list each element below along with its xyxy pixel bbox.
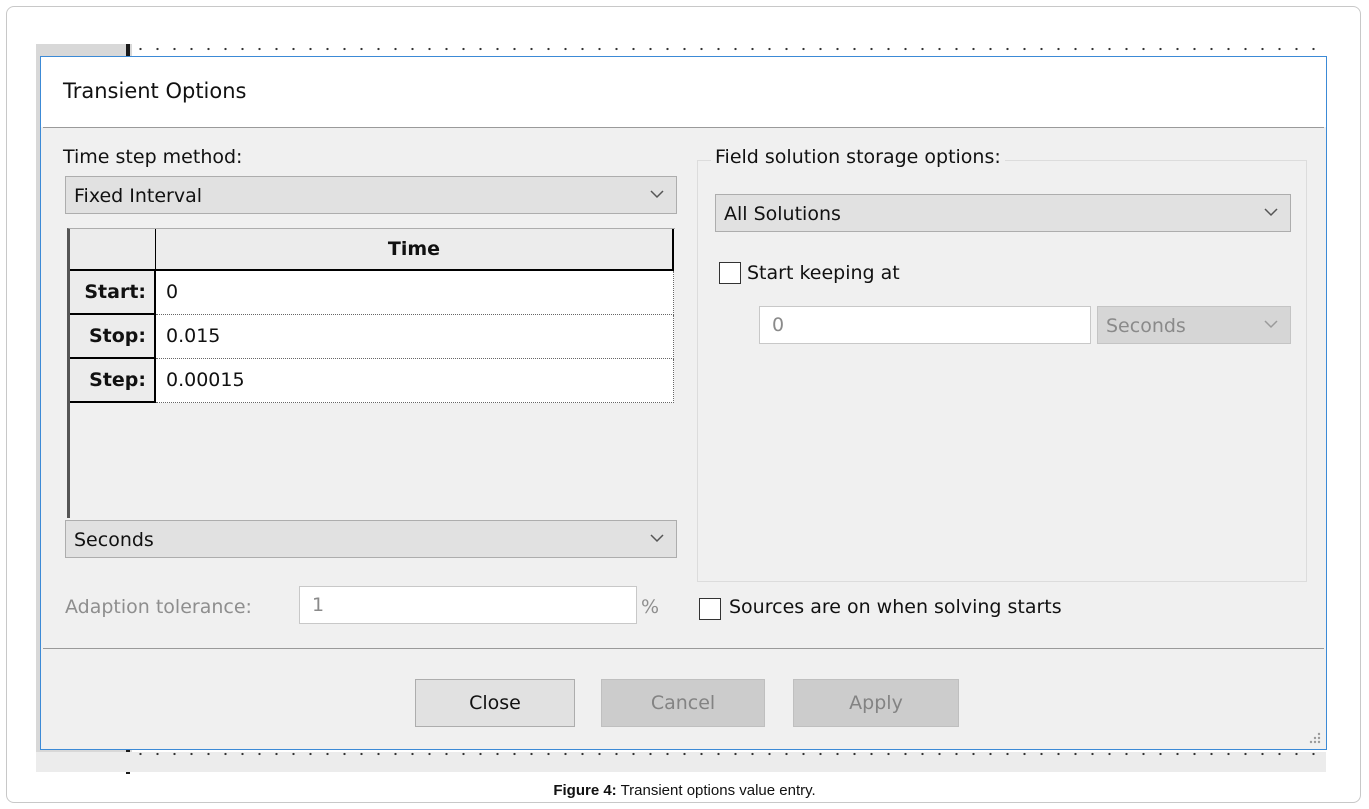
- time-column-header: Time: [156, 229, 674, 271]
- figure-caption: Figure 4: Transient options value entry.: [0, 782, 1369, 799]
- chevron-down-icon: [1264, 208, 1278, 217]
- adaption-tolerance-input[interactable]: 1: [299, 586, 637, 624]
- start-keeping-label: Start keeping at: [747, 262, 900, 284]
- sources-on-label: Sources are on when solving starts: [729, 596, 1062, 618]
- cancel-button[interactable]: Cancel: [601, 679, 765, 727]
- time-step-method-label: Time step method:: [63, 146, 243, 168]
- stop-time-cell[interactable]: 0.015: [156, 315, 674, 359]
- adaption-tolerance-unit: %: [641, 596, 660, 618]
- dialog-client-area: Time step method: Fixed Interval Time St…: [43, 127, 1324, 649]
- figure-caption-text: Transient options value entry.: [616, 782, 816, 799]
- start-keeping-value-input[interactable]: 0: [759, 306, 1091, 344]
- time-step-method-value: Fixed Interval: [74, 185, 203, 207]
- row-header-start: Start:: [70, 271, 156, 315]
- chevron-down-icon: [650, 534, 664, 543]
- adaption-tolerance-label: Adaption tolerance:: [65, 596, 252, 618]
- step-time-cell[interactable]: 0.00015: [156, 359, 674, 403]
- apply-button[interactable]: Apply: [793, 679, 959, 727]
- time-units-value: Seconds: [74, 529, 154, 551]
- background-dot-grid-bottom: [132, 752, 1322, 756]
- field-storage-value: All Solutions: [724, 203, 841, 225]
- transient-options-dialog: Transient Options Time step method: Fixe…: [40, 56, 1327, 750]
- sources-on-checkbox[interactable]: [699, 598, 721, 620]
- row-header-stop: Stop:: [70, 315, 156, 359]
- resize-grip-icon[interactable]: [1306, 729, 1322, 745]
- start-keeping-units-select[interactable]: Seconds: [1097, 306, 1291, 344]
- dialog-button-bar: Close Cancel Apply: [41, 649, 1326, 749]
- chevron-down-icon: [650, 190, 664, 199]
- dialog-titlebar[interactable]: Transient Options: [41, 57, 1326, 127]
- dialog-title: Transient Options: [63, 79, 247, 103]
- start-time-cell[interactable]: 0: [156, 271, 674, 315]
- figure-caption-label: Figure 4:: [553, 782, 617, 799]
- background-dot-grid-top: [132, 47, 1322, 51]
- start-keeping-units-value: Seconds: [1106, 315, 1186, 337]
- row-header-step: Step:: [70, 359, 156, 403]
- time-table: Time Start: 0 Stop: 0.015 Step: 0.00015: [67, 228, 675, 518]
- start-keeping-checkbox[interactable]: [719, 262, 741, 284]
- time-step-method-select[interactable]: Fixed Interval: [65, 176, 677, 214]
- table-corner: [70, 229, 156, 271]
- time-units-select[interactable]: Seconds: [65, 520, 677, 558]
- chevron-down-icon: [1264, 320, 1278, 329]
- close-button[interactable]: Close: [415, 679, 575, 727]
- field-storage-select[interactable]: All Solutions: [715, 194, 1291, 232]
- field-storage-label: Field solution storage options:: [711, 146, 1005, 168]
